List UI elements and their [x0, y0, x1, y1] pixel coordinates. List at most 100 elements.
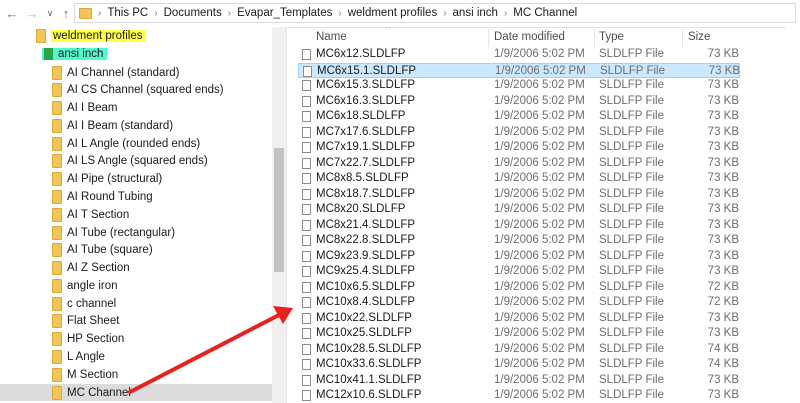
table-row[interactable]: MC7x19.1.SLDLFP 1/9/2006 5:02 PM SLDLFP Fi…: [298, 140, 740, 156]
breadcrumb-ansi-inch[interactable]: ansi inch: [453, 7, 498, 19]
forward-arrow-icon[interactable]: →: [24, 4, 40, 22]
nav-item-ai-i-beam[interactable]: AI I Beam: [52, 100, 118, 117]
file-type: SLDLFP File: [599, 373, 664, 386]
column-header-type[interactable]: Type: [599, 27, 624, 47]
table-row[interactable]: MC10x8.4.SLDLFP 1/9/2006 5:02 PM SLDLFP Fi…: [298, 295, 740, 311]
table-row[interactable]: MC9x23.9.SLDLFP 1/9/2006 5:02 PM SLDLFP Fi…: [298, 249, 740, 265]
nav-item-label: AI Z Section: [67, 262, 130, 275]
breadcrumb-separator-icon[interactable]: ›: [338, 8, 341, 19]
nav-item-ai-z-section[interactable]: AI Z Section: [52, 260, 130, 277]
table-row[interactable]: MC8x8.5.SLDLFP 1/9/2006 5:02 PM SLDLFP Fil…: [298, 171, 740, 187]
address-box[interactable]: › This PC › Documents › Evapar_Templates…: [74, 3, 796, 23]
table-row[interactable]: MC8x20.SLDLFP 1/9/2006 5:02 PM SLDLFP File…: [298, 202, 740, 218]
table-row[interactable]: MC6x18.SLDLFP 1/9/2006 5:02 PM SLDLFP File…: [298, 109, 740, 125]
folder-icon: [44, 47, 53, 60]
table-row[interactable]: MC7x17.6.SLDLFP 1/9/2006 5:02 PM SLDLFP Fi…: [298, 125, 740, 141]
file-icon: [303, 65, 312, 77]
nav-item-c-channel[interactable]: c channel: [52, 295, 116, 312]
breadcrumb-this-pc[interactable]: This PC: [107, 7, 148, 19]
column-divider[interactable]: [682, 29, 683, 47]
folder-icon: [52, 385, 62, 400]
folder-icon: [52, 172, 62, 187]
breadcrumb-separator-icon[interactable]: ›: [98, 8, 101, 19]
nav-item-ai-round-tubing[interactable]: AI Round Tubing: [52, 188, 153, 205]
table-row[interactable]: MC10x22.SLDLFP 1/9/2006 5:02 PM SLDLFP Fil…: [298, 311, 740, 327]
column-header-size[interactable]: Size: [688, 27, 710, 47]
file-type: SLDLFP File: [599, 48, 664, 60]
nav-item-weldment-profiles[interactable]: weldment profiles: [36, 27, 147, 44]
nav-item-ansi-inch[interactable]: ansi inch: [42, 45, 108, 62]
nav-item-ai-channel-standard[interactable]: AI Channel (standard): [52, 64, 180, 81]
file-date-modified: 1/9/2006 5:02 PM: [494, 358, 585, 370]
column-divider[interactable]: [594, 29, 595, 47]
table-row[interactable]: MC6x12.SLDLFP 1/9/2006 5:02 PM SLDLFP File…: [298, 47, 740, 63]
table-row[interactable]: MC8x18.7.SLDLFP 1/9/2006 5:02 PM SLDLFP Fi…: [298, 187, 740, 203]
nav-item-ai-cs-channel-squared-ends[interactable]: AI CS Channel (squared ends): [52, 82, 224, 99]
breadcrumb-evapar-templates[interactable]: Evapar_Templates: [237, 7, 332, 19]
nav-item-ai-l-angle-rounded-ends[interactable]: AI L Angle (rounded ends): [52, 135, 200, 152]
file-date-modified: 1/9/2006 5:02 PM: [495, 64, 586, 77]
recent-locations-chevron-icon[interactable]: ∨: [42, 4, 58, 22]
breadcrumb-separator-icon[interactable]: ›: [228, 8, 231, 19]
breadcrumb-mc-channel[interactable]: MC Channel: [513, 7, 577, 19]
file-type: SLDLFP File: [599, 110, 664, 122]
breadcrumb-documents[interactable]: Documents: [164, 7, 222, 19]
list-scrollbar[interactable]: [786, 27, 800, 403]
file-name: MC10x6.5.SLDLFP: [316, 280, 416, 293]
table-row[interactable]: MC6x16.3.SLDLFP 1/9/2006 5:02 PM SLDLFP Fi…: [298, 94, 740, 110]
nav-item-ai-ls-angle-squared-ends[interactable]: AI LS Angle (squared ends): [52, 153, 208, 170]
breadcrumb-weldment-profiles[interactable]: weldment profiles: [348, 7, 437, 19]
file-icon: [302, 235, 311, 246]
table-row[interactable]: MC8x22.8.SLDLFP 1/9/2006 5:02 PM SLDLFP Fi…: [298, 233, 740, 249]
file-size: 73 KB: [708, 64, 740, 77]
breadcrumb-separator-icon[interactable]: ›: [504, 8, 507, 19]
nav-item-m-section[interactable]: M Section: [52, 366, 118, 383]
table-row[interactable]: MC9x25.4.SLDLFP 1/9/2006 5:02 PM SLDLFP Fi…: [298, 264, 740, 280]
file-name: MC6x12.SLDLFP: [316, 48, 406, 60]
nav-item-ai-pipe-structural[interactable]: AI Pipe (structural): [52, 171, 162, 188]
nav-item-mc-channel[interactable]: MC Channel: [0, 384, 272, 402]
table-row[interactable]: MC10x6.5.SLDLFP 1/9/2006 5:02 PM SLDLFP Fi…: [298, 280, 740, 296]
nav-item-ai-i-beam-standard[interactable]: AI I Beam (standard): [52, 117, 173, 134]
nav-item-label: ansi inch: [58, 47, 104, 60]
breadcrumb-separator-icon[interactable]: ›: [154, 8, 157, 19]
nav-item-angle-iron[interactable]: angle iron: [52, 277, 118, 294]
file-size: 73 KB: [707, 187, 739, 200]
table-row[interactable]: MC6x15.3.SLDLFP 1/9/2006 5:02 PM SLDLFP Fi…: [298, 78, 740, 94]
file-type: SLDLFP File: [599, 156, 664, 169]
file-date-modified: 1/9/2006 5:02 PM: [494, 311, 585, 324]
folder-icon: [52, 225, 62, 240]
column-header-date-modified[interactable]: Date modified: [494, 27, 565, 47]
file-type: SLDLFP File: [599, 342, 664, 355]
navigation-pane: weldment profiles ansi inch AI Channel (…: [0, 27, 286, 403]
nav-item-ai-tube-square[interactable]: AI Tube (square): [52, 242, 153, 259]
column-divider[interactable]: [488, 29, 489, 47]
table-row[interactable]: MC8x21.4.SLDLFP 1/9/2006 5:02 PM SLDLFP Fi…: [298, 218, 740, 234]
column-header-name[interactable]: Name: [316, 27, 347, 47]
file-icon: [302, 173, 311, 184]
table-row[interactable]: MC10x33.6.SLDLFP 1/9/2006 5:02 PM SLDLFP F…: [298, 357, 740, 373]
nav-scrollbar-thumb[interactable]: [274, 148, 284, 272]
back-arrow-icon[interactable]: ←: [4, 4, 20, 22]
file-icon: [302, 204, 311, 215]
file-size: 74 KB: [707, 358, 739, 370]
table-row[interactable]: MC10x25.SLDLFP 1/9/2006 5:02 PM SLDLFP Fil…: [298, 326, 740, 342]
table-row[interactable]: MC7x22.7.SLDLFP 1/9/2006 5:02 PM SLDLFP Fi…: [298, 156, 740, 172]
up-arrow-icon[interactable]: ↑: [58, 4, 74, 22]
folder-icon: [52, 296, 62, 311]
breadcrumb-separator-icon[interactable]: ›: [443, 8, 446, 19]
table-row[interactable]: MC6x15.1.SLDLFP 1/9/2006 5:02 PM SLDLFP Fi…: [298, 62, 740, 78]
nav-item-hp-section[interactable]: HP Section: [52, 331, 124, 348]
nav-item-label: AI Pipe (structural): [67, 173, 163, 186]
table-row[interactable]: MC12x10.6.SLDLFP 1/9/2006 5:02 PM SLDLFP F…: [298, 388, 740, 403]
table-row[interactable]: MC10x28.5.SLDLFP 1/9/2006 5:02 PM SLDLFP F…: [298, 342, 740, 358]
nav-item-ai-t-section[interactable]: AI T Section: [52, 206, 129, 223]
table-row[interactable]: MC10x41.1.SLDLFP 1/9/2006 5:02 PM SLDLFP F…: [298, 373, 740, 389]
nav-item-label: AI CS Channel (squared ends): [67, 84, 224, 97]
nav-item-flat-sheet[interactable]: Flat Sheet: [52, 313, 119, 330]
file-icon: [302, 359, 311, 370]
nav-item-label: c channel: [67, 297, 117, 310]
nav-item-l-angle[interactable]: L Angle: [52, 348, 105, 365]
pane-splitter[interactable]: [286, 27, 287, 403]
nav-item-ai-tube-rectangular[interactable]: AI Tube (rectangular): [52, 224, 175, 241]
